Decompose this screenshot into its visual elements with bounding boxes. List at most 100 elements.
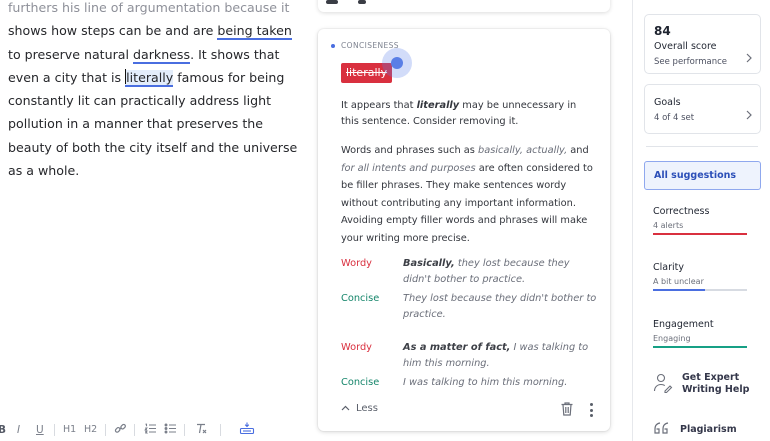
category-progress-fill [653, 346, 747, 348]
plagiarism-button[interactable]: Plagiarism [653, 420, 737, 439]
category-progress-bar [653, 233, 747, 235]
editor-text-run: famous for being [177, 69, 285, 85]
goals-label: Goals [654, 97, 681, 108]
sidebar-item-clarity[interactable]: Clarity A bit unclear [653, 262, 753, 291]
bold-button[interactable]: B [0, 423, 6, 437]
suggestion-category: CONCISENESS [331, 41, 399, 50]
expert-label-line: Get Expert [682, 372, 740, 383]
link-icon[interactable] [114, 422, 127, 439]
editor-line: pollution in a manner that preserves the [8, 116, 264, 132]
goals-status: 4 of 4 set [654, 113, 695, 123]
suggestion-card[interactable]: CONCISENESS literally It appears that li… [318, 29, 610, 431]
document-text[interactable]: furthers his line of argumentation becau… [8, 0, 298, 182]
example-label-concise: Concise [341, 377, 380, 388]
see-performance-link[interactable]: See performance [654, 57, 727, 67]
editor-line: as a whole. [8, 163, 80, 179]
editor-line: beauty of both the city itself and the u… [8, 139, 298, 155]
flagged-word-text: literally [126, 69, 174, 85]
sidebar-separator [646, 146, 758, 147]
card-stub [358, 0, 366, 4]
clear-format-icon[interactable] [195, 422, 208, 439]
editor-line: furthers his line of argumentation becau… [8, 0, 290, 15]
example-text: I was talking to him this morning. [403, 375, 598, 391]
editor-line: even a city that is literally famous for… [8, 66, 298, 89]
category-progress-fill [653, 289, 705, 291]
expert-person-icon [653, 372, 673, 398]
explanation-text: It appears that [341, 100, 417, 111]
explanation-word: literally [416, 100, 460, 111]
example-text: As a matter of fact, I was talking to hi… [403, 340, 598, 371]
category-status: A bit unclear [653, 277, 704, 286]
bullet-list-icon[interactable] [164, 422, 177, 439]
example-rest: I was talking to him this morning. [403, 377, 568, 388]
editor-text-run: even a city that is [8, 69, 122, 85]
category-title: Correctness [653, 206, 710, 217]
chevron-right-icon [746, 53, 752, 66]
example-bold: As a matter of fact, [403, 342, 511, 353]
less-label: Less [356, 403, 378, 414]
suggestion-explanation: It appears that literally may be unneces… [341, 98, 596, 130]
editor-text-run: to preserve natural [8, 46, 129, 62]
trash-icon[interactable] [560, 401, 574, 417]
detail-text: are often considered to be filler phrase… [341, 162, 593, 244]
category-status: Engaging [653, 334, 691, 343]
formatting-toolbar: B I U H1 H2 [0, 418, 300, 441]
category-progress-fill [653, 233, 747, 235]
less-button[interactable]: Less [341, 403, 378, 414]
numbered-list-icon[interactable] [144, 422, 157, 439]
expert-label: Get Expert Writing Help [682, 372, 749, 398]
underline-button[interactable]: U [36, 423, 44, 437]
editor-line: constantly lit can practically address l… [8, 93, 272, 109]
chevron-up-icon [341, 403, 350, 414]
overall-score-value: 84 [654, 24, 671, 38]
example-rest: They lost because they didn't bother to … [403, 293, 597, 320]
flagged-word-darkness[interactable]: darkness [133, 46, 191, 64]
expert-label-line: Writing Help [682, 384, 750, 395]
category-progress-bar [653, 346, 747, 348]
detail-example: for all intents and purposes [341, 162, 476, 174]
category-title: Clarity [653, 262, 684, 273]
suggestion-detail: Words and phrases such as basically, act… [341, 142, 596, 247]
expert-writing-help-button[interactable]: Get Expert Writing Help [653, 372, 763, 398]
editor-line: to preserve natural darkness. It shows t… [8, 43, 298, 66]
category-progress-bar [653, 289, 747, 291]
chevron-right-icon [746, 110, 752, 123]
flagged-phrase-being-taken[interactable]: being taken [217, 23, 292, 41]
flagged-word-literally[interactable]: literally [125, 68, 174, 87]
plagiarism-label: Plagiarism [680, 424, 737, 435]
toolbar-divider [105, 424, 106, 436]
category-dot-icon [331, 43, 335, 48]
detail-text: Words and phrases such as [341, 145, 478, 156]
toolbar-divider [220, 424, 221, 436]
detail-text: and [567, 145, 589, 156]
example-bold: Basically, [403, 258, 455, 269]
card-stub [326, 0, 338, 4]
previous-suggestion-card[interactable] [318, 0, 610, 12]
overall-score-label: Overall score [654, 41, 717, 52]
sidebar-item-correctness[interactable]: Correctness 4 alerts [653, 206, 753, 235]
toolbar-divider [184, 424, 185, 436]
editor-pane[interactable]: furthers his line of argumentation becau… [0, 0, 300, 441]
editor-text-run: shows how steps can be and are [8, 23, 214, 39]
goals-card[interactable]: Goals 4 of 4 set [644, 84, 761, 134]
example-label-wordy: Wordy [341, 342, 372, 353]
detail-example: basically, actually, [478, 145, 568, 156]
overall-score-card[interactable]: 84 Overall score See performance [644, 14, 761, 74]
sidebar: 84 Overall score See performance Goals 4… [633, 0, 770, 441]
quote-icon [653, 420, 671, 439]
editor-text-run: . It shows that [190, 46, 280, 62]
italic-button[interactable]: I [17, 423, 20, 437]
heading-2-button[interactable]: H2 [84, 423, 97, 437]
heading-1-button[interactable]: H1 [63, 423, 76, 437]
keyboard-icon[interactable] [239, 421, 255, 439]
toolbar-divider [134, 424, 135, 436]
example-text: Basically, they lost because they didn't… [403, 256, 598, 287]
example-text: They lost because they didn't bother to … [403, 291, 598, 322]
editor-line: shows how steps can be and are being tak… [8, 19, 298, 42]
toolbar-divider [54, 424, 55, 436]
all-suggestions-tab[interactable]: All suggestions [644, 161, 761, 190]
sidebar-item-engagement[interactable]: Engagement Engaging [653, 319, 753, 348]
more-options-icon[interactable] [588, 403, 594, 417]
example-label-wordy: Wordy [341, 258, 372, 269]
pulse-indicator-icon [382, 48, 412, 78]
